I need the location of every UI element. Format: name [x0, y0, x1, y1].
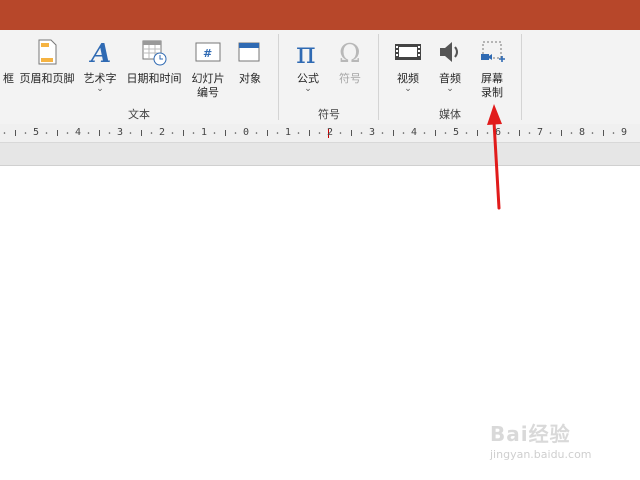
watermark-brand: Bai经验	[490, 422, 571, 446]
watermark-url: jingyan.baidu.com	[490, 448, 592, 461]
red-arrow-annotation	[487, 104, 502, 210]
watermark: Bai经验 jingyan.baidu.com	[490, 418, 630, 468]
